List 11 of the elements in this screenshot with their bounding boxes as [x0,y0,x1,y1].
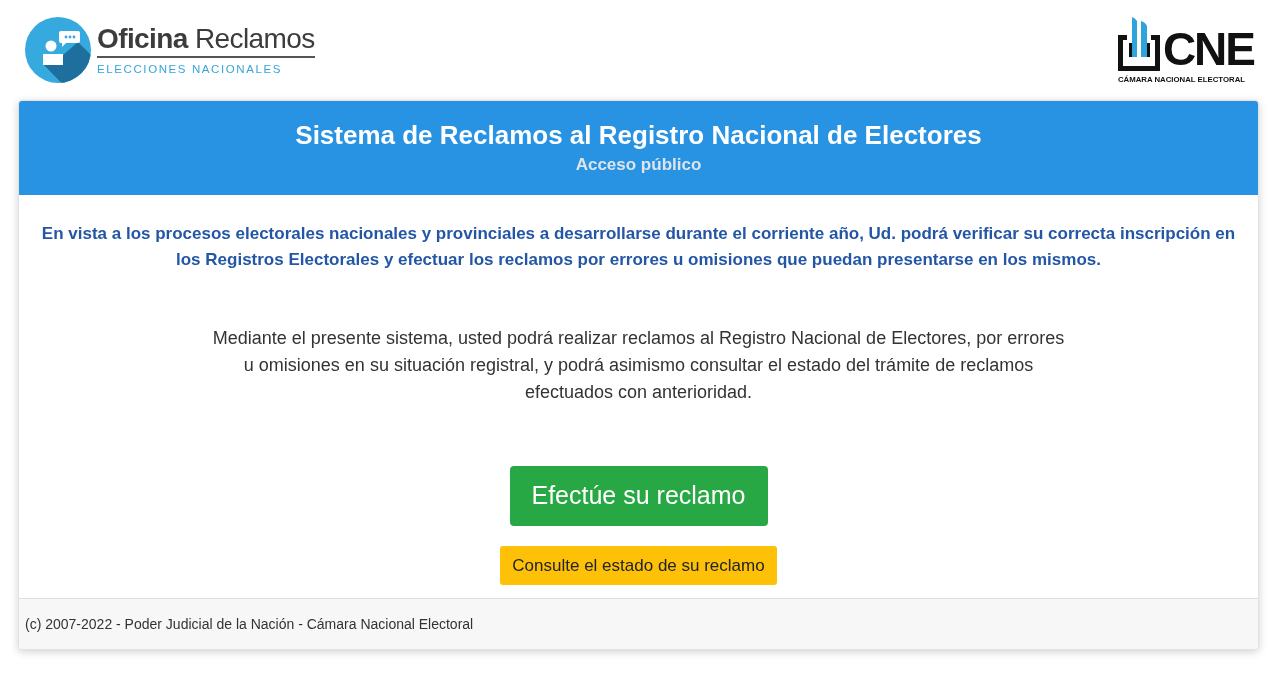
card-subtitle: Acceso público [575,154,702,176]
notice-text: En vista a los procesos electorales nacionales y provinciales a desarrollarse durante el corriente año, Ud. podrá verificar su correcta inscripción en los Registros Electorales y efectuar los reclamos por errores u omisiones que puedan presentarse en los mismos. [40,223,1237,271]
description-text: Mediante el presente sistema, usted podrá realizar reclamos al Registro Nacional de Electores, por errores u omisiones en su situación registral, y podrá asimismo consultar el estado del trámite de reclamos efectuados con anterioridad. [211,327,1066,404]
logo-subtitle: ELECCIONES NACIONALES [97,62,284,76]
card-title: Sistema de Reclamos al Registro Nacional de Electores [295,119,982,151]
copyright-text: (c) 2007-2022 - Poder Judicial de la Nación - Cámara Nacional Electoral [25,614,474,634]
logo-title: Oficina Reclamos [97,24,315,58]
partner-logo-title: CNE [1162,29,1254,69]
check-status-button[interactable]: Consulte el estado de su reclamo [500,546,777,585]
ballot-box-logo-icon [1117,17,1160,71]
chat-person-logo-icon [25,17,91,83]
